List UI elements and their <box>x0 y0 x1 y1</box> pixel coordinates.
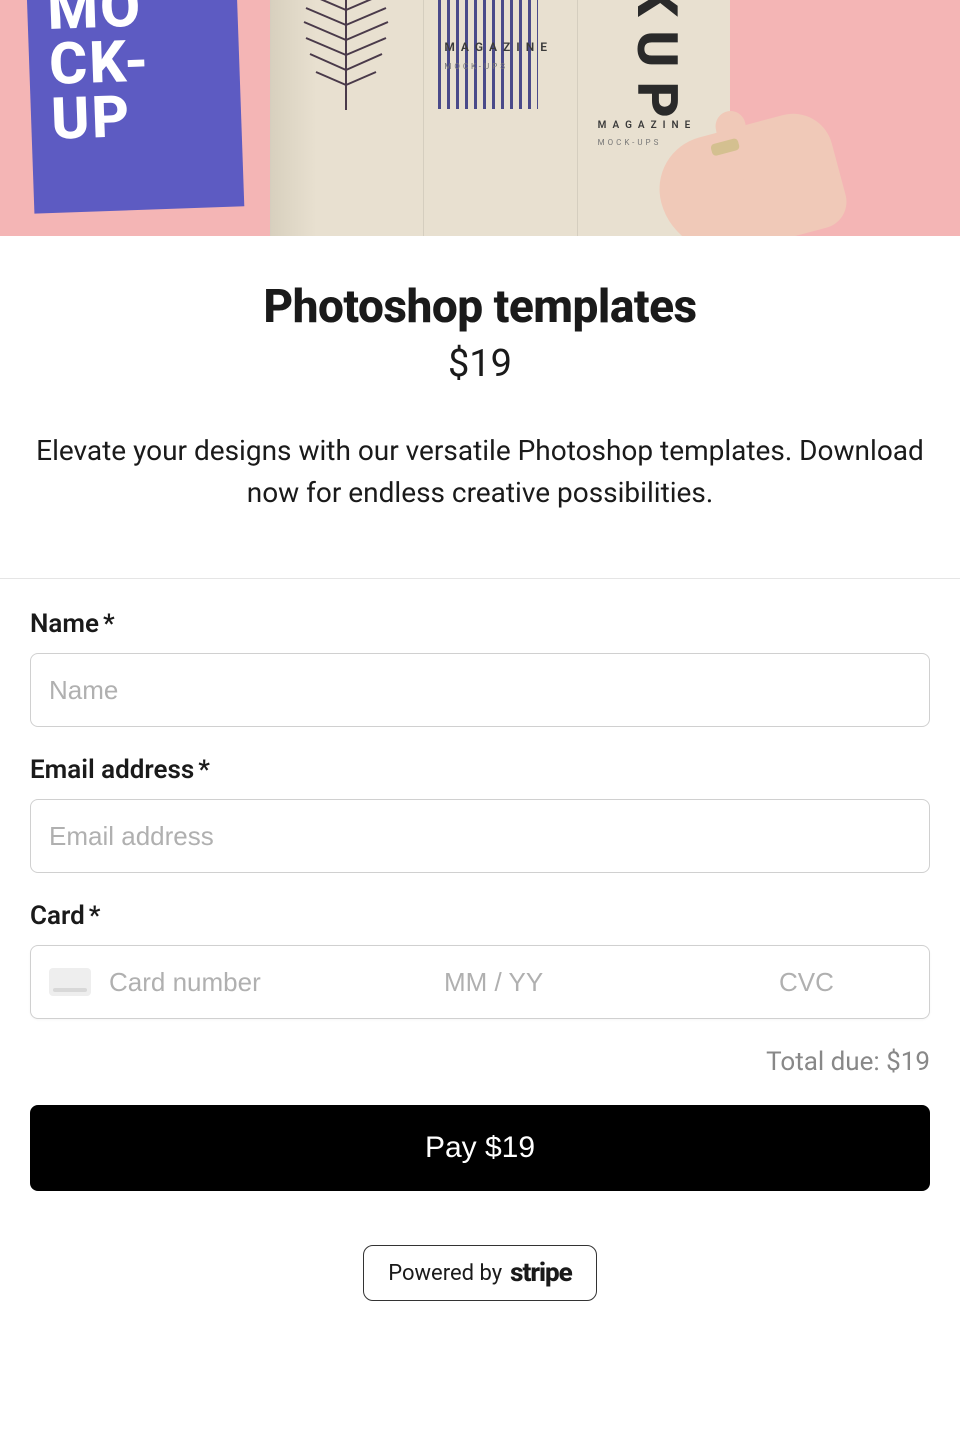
card-expiry-input[interactable] <box>444 967 779 998</box>
magazine-label-2: MAGAZINE <box>598 120 697 131</box>
email-input[interactable] <box>30 799 930 873</box>
email-label-text: Email address <box>30 755 194 785</box>
required-mark: * <box>89 901 101 931</box>
ring-graphic <box>710 138 740 157</box>
hero-image: MO CK- UP MAGAZINE MOCK-UPS CKUP <box>0 0 960 236</box>
stripes-graphic <box>438 0 538 109</box>
magazine-label: MAGAZINE <box>444 40 553 54</box>
product-description: Elevate your designs with our versatile … <box>30 430 930 514</box>
magazine-sublabel-2: MOCK-UPS <box>598 138 662 147</box>
product-title: Photoshop templates <box>30 280 930 334</box>
mockup-vertical-text: CKUP <box>624 0 690 132</box>
powered-by-text: Powered by <box>388 1261 502 1286</box>
name-label-text: Name <box>30 609 99 639</box>
card-input-row[interactable] <box>30 945 930 1019</box>
card-cvc-input[interactable] <box>779 967 960 998</box>
required-mark: * <box>198 755 210 785</box>
name-input[interactable] <box>30 653 930 727</box>
card-icon <box>49 968 91 996</box>
card-number-input[interactable] <box>109 967 444 998</box>
card-label-text: Card <box>30 901 85 931</box>
card-label: Card* <box>30 901 930 931</box>
stripe-logo: stripe <box>510 1258 572 1288</box>
email-label: Email address* <box>30 755 930 785</box>
required-mark: * <box>103 609 115 639</box>
powered-by-stripe-badge[interactable]: Powered by stripe <box>363 1245 597 1301</box>
pay-button[interactable]: Pay $19 <box>30 1105 930 1191</box>
total-due: Total due: $19 <box>30 1047 930 1077</box>
product-price: $19 <box>30 342 930 386</box>
name-label: Name* <box>30 609 930 639</box>
leaf-icon <box>296 0 396 110</box>
checkout-form: Name* Email address* Card* Total due: $1… <box>0 579 960 1341</box>
magazine-sublabel: MOCK-UPS <box>444 62 508 71</box>
mockup-book-cover: MO CK- UP <box>26 0 245 214</box>
